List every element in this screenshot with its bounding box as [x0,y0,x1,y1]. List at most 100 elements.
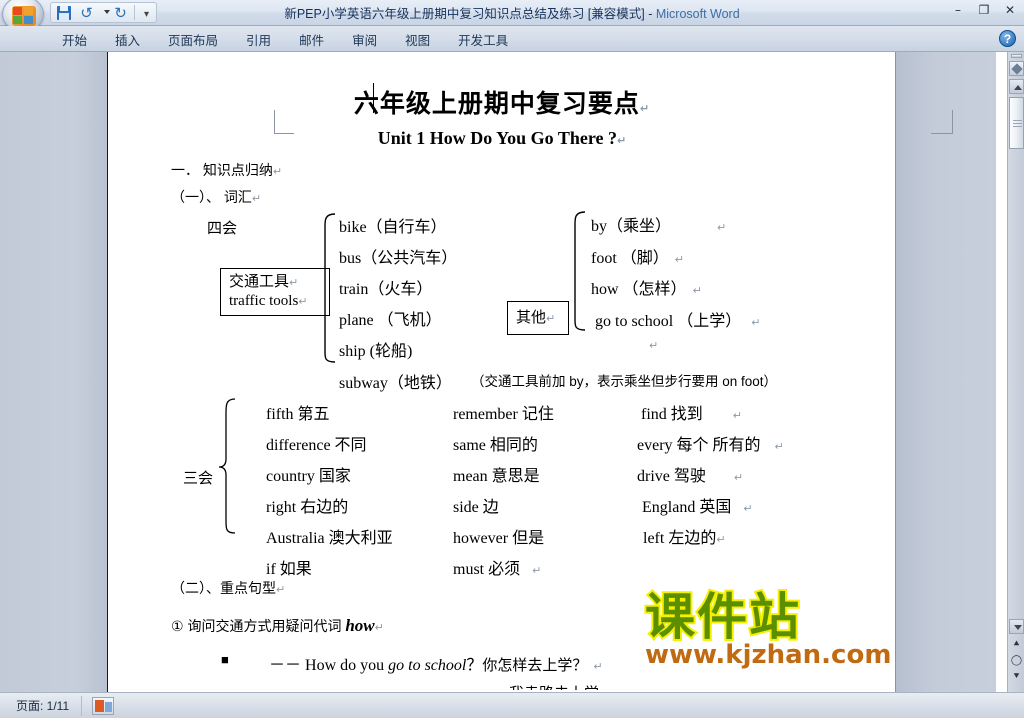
paragraph-mark: ↵ [276,583,286,596]
watermark-brand-cn: 课件站 [643,588,801,646]
section-heading-one: 一． 知识点归纳↵ [171,160,282,180]
paragraph-mark: ↵ [692,284,702,297]
word3-drive: drive 驾驶 ↵ [637,462,743,486]
brace-traffic-group [315,212,339,364]
word3-if: if 如果 [266,561,312,578]
word-item-bus: bus（公共汽车） [339,250,458,267]
paragraph-mark: ↵ [298,295,308,308]
right-margin-area [896,52,996,692]
scroll-down-button[interactable] [1009,619,1024,634]
word-item-subway: subway（地铁） [339,375,452,392]
word3-remember: remember 记住 [453,406,554,423]
word3-find-text: find 找到 [641,406,703,423]
section-heading-one-text: 一． 知识点归纳 [171,162,273,178]
tab-insert[interactable]: 插入 [101,26,154,52]
sentence-item-1-prefix: ① 询问交通方式用疑问代词 [171,618,346,634]
document-heading: 六年级上册期中复习要点↵ [109,84,895,120]
word3-find: find 找到 ↵ [641,400,742,424]
vertical-scrollbar[interactable]: ⯅ ◯ ⯆ [1007,52,1024,692]
select-browse-button[interactable]: ◯ [1009,653,1024,668]
paragraph-mark: ↵ [733,471,744,484]
window-title-text: 新PEP小学英语六年级上册期中复习知识点总结及练习 [兼容模式] [284,7,645,21]
paragraph-mark: ↵ [743,502,753,515]
word3-australia: Australia 澳大利亚 [266,530,393,547]
word-item-go-to-school: go to school （上学） ↵ [595,307,760,331]
ribbon-tabs: 开始 插入 页面布局 引用 邮件 审阅 视图 开发工具 [48,26,522,52]
help-icon[interactable]: ? [999,30,1016,47]
example-sentence-2-partial: 我走路去上学 [509,682,599,690]
word3-left-text: left 左边的 [643,530,717,547]
document-workspace: 六年级上册期中复习要点↵ Unit 1 How Do You Go There … [0,52,1024,692]
word3-every-text: every 每个 所有的 [637,437,761,454]
word-item-how: how （怎样） ↵ [591,275,702,299]
scrollbar-thumb[interactable] [1009,97,1024,149]
box-other-cn: 其他↵ [508,309,568,328]
section-heading-sentence: （二）、重点句型↵ [171,578,285,598]
split-handle[interactable] [1011,54,1022,58]
word3-right: right 右边的 [266,499,349,516]
word3-england: England 英国 ↵ [642,493,753,517]
select-browse-object-icon[interactable] [1009,61,1024,76]
example-sentence-1: －－ How do you go to school？你怎样去上学？ ↵ [269,651,603,675]
paragraph-mark: ↵ [272,165,283,178]
note-traffic-preposition: （交通工具前加 by，表示乘坐但步行要用 on foot） [471,374,778,389]
word-item-by: by（乘坐） ↵ [591,212,726,236]
box-traffic-tools-cn-text: 交通工具 [229,274,290,290]
tab-page-layout[interactable]: 页面布局 [154,26,232,52]
document-subheading: Unit 1 How Do You Go There ?↵ [109,128,895,149]
close-button[interactable]: ✕ [1000,2,1020,18]
ribbon-tab-bar: 开始 插入 页面布局 引用 邮件 审阅 视图 开发工具 ? [0,26,1024,52]
paragraph-mark: ↵ [751,316,761,329]
title-bar: ↺ ↻ ▾ 新PEP小学英语六年级上册期中复习知识点总结及练习 [兼容模式] -… [0,0,1024,32]
paragraph-mark: ↵ [717,221,727,234]
section-heading-vocab-text: （一）、 词汇 [171,189,252,205]
status-page-indicator[interactable]: 页面: 1/11 [4,695,83,716]
paragraph-mark: ↵ [374,621,384,634]
scroll-up-button[interactable] [1009,79,1024,94]
paragraph-mark: ↵ [593,660,603,673]
word-item-go-to-school-text: go to school （上学） [595,313,742,330]
tab-references[interactable]: 引用 [232,26,285,52]
paragraph-mark: ↵ [639,102,651,115]
word3-difference: difference 不同 [266,437,367,454]
minimize-button[interactable]: – [948,2,968,18]
previous-page-button[interactable]: ⯅ [1009,637,1024,652]
window-title-separator: - [644,7,656,21]
watermark-url: www.kjzhan.com [644,639,893,672]
restore-button[interactable]: ❐ [974,2,994,18]
word-item-foot-text: foot （脚） [591,250,669,267]
paragraph-mark: ↵ [674,253,684,266]
word-item-train: train（火车） [339,281,433,298]
tab-review[interactable]: 审阅 [338,26,391,52]
word3-same: same 相同的 [453,437,538,454]
section-heading-vocab: （一）、 词汇↵ [171,187,261,207]
page-thumbnail-icon[interactable] [92,696,115,715]
paragraph-mark: ↵ [716,533,726,546]
sentence-item-1-keyword: how [345,616,375,635]
example-sentence-1-english: How do you [305,657,389,674]
next-page-button[interactable]: ⯆ [1009,669,1024,684]
word-item-plane: plane （飞机） [339,312,442,329]
word-item-foot: foot （脚） ↵ [591,244,684,268]
word3-drive-text: drive 驾驶 [637,468,706,485]
paragraph-mark: ↵ [616,134,627,147]
bullet-marker: ■ [221,652,229,667]
tab-mailings[interactable]: 邮件 [285,26,338,52]
example-sentence-1-chinese: 你怎样去上学？ [482,657,588,674]
word-application-window: ↺ ↻ ▾ 新PEP小学英语六年级上册期中复习知识点总结及练习 [兼容模式] -… [0,0,1024,718]
word3-left: left 左边的↵ [643,524,726,548]
word3-england-text: England 英国 [642,499,732,516]
label-four-skills: 四会 [207,220,238,237]
document-subheading-text: Unit 1 How Do You Go There ? [377,128,617,148]
tab-start[interactable]: 开始 [48,26,101,52]
word-item-how-text: how （怎样） [591,281,687,298]
paragraph-mark: ↵ [732,409,742,422]
document-page[interactable]: 六年级上册期中复习要点↵ Unit 1 How Do You Go There … [109,52,953,692]
tab-developer[interactable]: 开发工具 [444,26,522,52]
sentence-item-1: ① 询问交通方式用疑问代词 how↵ [171,616,384,636]
site-watermark: 课件站 www.kjzhan.com [643,588,893,672]
window-title-product: Microsoft Word [655,7,740,21]
tab-view[interactable]: 视图 [391,26,444,52]
status-bar: 页面: 1/11 [0,692,1024,718]
word3-country: country 国家 [266,468,351,485]
